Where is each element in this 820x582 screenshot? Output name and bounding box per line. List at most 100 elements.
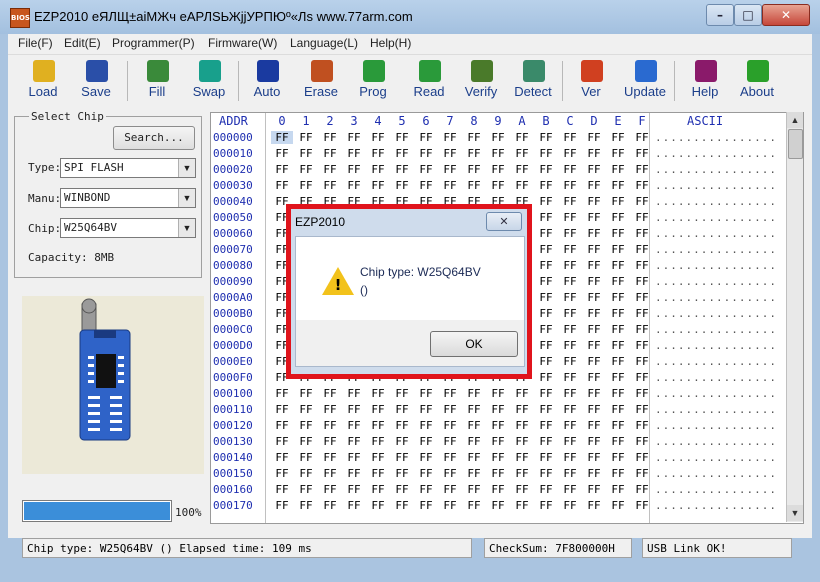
hex-byte-cell[interactable]: FF — [439, 163, 461, 176]
hex-byte-cell[interactable]: FF — [487, 451, 509, 464]
hex-byte-cell[interactable]: FF — [391, 387, 413, 400]
hex-byte-cell[interactable]: FF — [487, 499, 509, 512]
hex-byte-cell[interactable]: FF — [295, 403, 317, 416]
vertical-scrollbar[interactable]: ▲ ▼ — [786, 112, 803, 522]
hex-byte-cell[interactable]: FF — [535, 483, 557, 496]
hex-byte-cell[interactable]: FF — [583, 483, 605, 496]
ok-button[interactable]: OK — [430, 331, 518, 357]
hex-byte-cell[interactable]: FF — [559, 403, 581, 416]
hex-byte-cell[interactable]: FF — [391, 419, 413, 432]
update-button[interactable]: Update — [622, 58, 668, 104]
hex-byte-cell[interactable]: FF — [415, 435, 437, 448]
hex-byte-cell[interactable]: FF — [559, 339, 581, 352]
hex-byte-cell[interactable]: FF — [295, 451, 317, 464]
hex-byte-cell[interactable]: FF — [583, 227, 605, 240]
hex-byte-cell[interactable]: FF — [271, 131, 293, 144]
hex-byte-cell[interactable]: FF — [295, 147, 317, 160]
hex-byte-cell[interactable]: FF — [367, 419, 389, 432]
hex-byte-cell[interactable]: FF — [511, 131, 533, 144]
hex-byte-cell[interactable]: FF — [511, 435, 533, 448]
hex-byte-cell[interactable]: FF — [343, 419, 365, 432]
read-button[interactable]: Read — [406, 58, 452, 104]
hex-byte-cell[interactable]: FF — [535, 355, 557, 368]
hex-byte-cell[interactable]: FF — [511, 483, 533, 496]
hex-byte-cell[interactable]: FF — [319, 483, 341, 496]
hex-byte-cell[interactable]: FF — [271, 419, 293, 432]
chip-select[interactable]: W25Q64BV ▼ — [60, 218, 196, 238]
hex-byte-cell[interactable]: FF — [487, 419, 509, 432]
hex-byte-cell[interactable]: FF — [271, 451, 293, 464]
hex-byte-cell[interactable]: FF — [631, 195, 653, 208]
hex-byte-cell[interactable]: FF — [511, 147, 533, 160]
hex-byte-cell[interactable]: FF — [583, 403, 605, 416]
hex-byte-cell[interactable]: FF — [607, 291, 629, 304]
dialog-close-button[interactable]: ✕ — [486, 212, 522, 231]
minimize-icon[interactable]: – — [706, 4, 734, 26]
hex-byte-cell[interactable]: FF — [271, 387, 293, 400]
hex-byte-cell[interactable]: FF — [631, 227, 653, 240]
hex-byte-cell[interactable]: FF — [319, 435, 341, 448]
hex-byte-cell[interactable]: FF — [583, 387, 605, 400]
hex-byte-cell[interactable]: FF — [607, 499, 629, 512]
ver-button[interactable]: Ver — [568, 58, 614, 104]
menu-firmware[interactable]: Firmware(W) — [208, 36, 277, 50]
hex-byte-cell[interactable]: FF — [343, 499, 365, 512]
hex-byte-cell[interactable]: FF — [511, 499, 533, 512]
hex-byte-cell[interactable]: FF — [343, 163, 365, 176]
hex-byte-cell[interactable]: FF — [559, 307, 581, 320]
hex-byte-cell[interactable]: FF — [583, 339, 605, 352]
hex-byte-cell[interactable]: FF — [463, 419, 485, 432]
hex-byte-cell[interactable]: FF — [487, 483, 509, 496]
help-button[interactable]: Help — [682, 58, 728, 104]
hex-byte-cell[interactable]: FF — [607, 163, 629, 176]
hex-byte-cell[interactable]: FF — [367, 179, 389, 192]
hex-byte-cell[interactable]: FF — [559, 451, 581, 464]
hex-byte-cell[interactable]: FF — [319, 467, 341, 480]
hex-byte-cell[interactable]: FF — [487, 467, 509, 480]
hex-byte-cell[interactable]: FF — [583, 355, 605, 368]
verify-button[interactable]: Verify — [458, 58, 504, 104]
hex-byte-cell[interactable]: FF — [367, 163, 389, 176]
hex-byte-cell[interactable]: FF — [415, 163, 437, 176]
hex-byte-cell[interactable]: FF — [535, 435, 557, 448]
hex-byte-cell[interactable]: FF — [631, 179, 653, 192]
hex-byte-cell[interactable]: FF — [607, 211, 629, 224]
hex-byte-cell[interactable]: FF — [559, 355, 581, 368]
hex-byte-cell[interactable]: FF — [607, 483, 629, 496]
hex-byte-cell[interactable]: FF — [487, 147, 509, 160]
hex-byte-cell[interactable]: FF — [631, 467, 653, 480]
hex-byte-cell[interactable]: FF — [319, 403, 341, 416]
hex-byte-cell[interactable]: FF — [391, 435, 413, 448]
hex-byte-cell[interactable]: FF — [583, 131, 605, 144]
hex-byte-cell[interactable]: FF — [631, 323, 653, 336]
hex-byte-cell[interactable]: FF — [559, 227, 581, 240]
hex-byte-cell[interactable]: FF — [295, 419, 317, 432]
chevron-down-icon[interactable]: ▼ — [178, 219, 195, 237]
hex-byte-cell[interactable]: FF — [391, 451, 413, 464]
hex-byte-cell[interactable]: FF — [535, 499, 557, 512]
hex-byte-cell[interactable]: FF — [535, 195, 557, 208]
hex-byte-cell[interactable]: FF — [463, 131, 485, 144]
hex-byte-cell[interactable]: FF — [583, 275, 605, 288]
menu-edit[interactable]: Edit(E) — [64, 36, 101, 50]
hex-byte-cell[interactable]: FF — [319, 163, 341, 176]
hex-byte-cell[interactable]: FF — [463, 483, 485, 496]
hex-byte-cell[interactable]: FF — [535, 227, 557, 240]
hex-byte-cell[interactable]: FF — [607, 435, 629, 448]
hex-byte-cell[interactable]: FF — [559, 291, 581, 304]
hex-byte-cell[interactable]: FF — [391, 499, 413, 512]
chevron-down-icon[interactable]: ▼ — [178, 189, 195, 207]
chevron-down-icon[interactable]: ▼ — [178, 159, 195, 177]
hex-byte-cell[interactable]: FF — [343, 451, 365, 464]
hex-byte-cell[interactable]: FF — [583, 259, 605, 272]
hex-byte-cell[interactable]: FF — [631, 419, 653, 432]
type-select[interactable]: SPI FLASH ▼ — [60, 158, 196, 178]
hex-byte-cell[interactable]: FF — [511, 403, 533, 416]
hex-byte-cell[interactable]: FF — [631, 483, 653, 496]
hex-byte-cell[interactable]: FF — [487, 403, 509, 416]
menu-programmer[interactable]: Programmer(P) — [112, 36, 195, 50]
hex-byte-cell[interactable]: FF — [559, 467, 581, 480]
auto-button[interactable]: Auto — [244, 58, 290, 104]
hex-byte-cell[interactable]: FF — [631, 435, 653, 448]
hex-byte-cell[interactable]: FF — [319, 147, 341, 160]
